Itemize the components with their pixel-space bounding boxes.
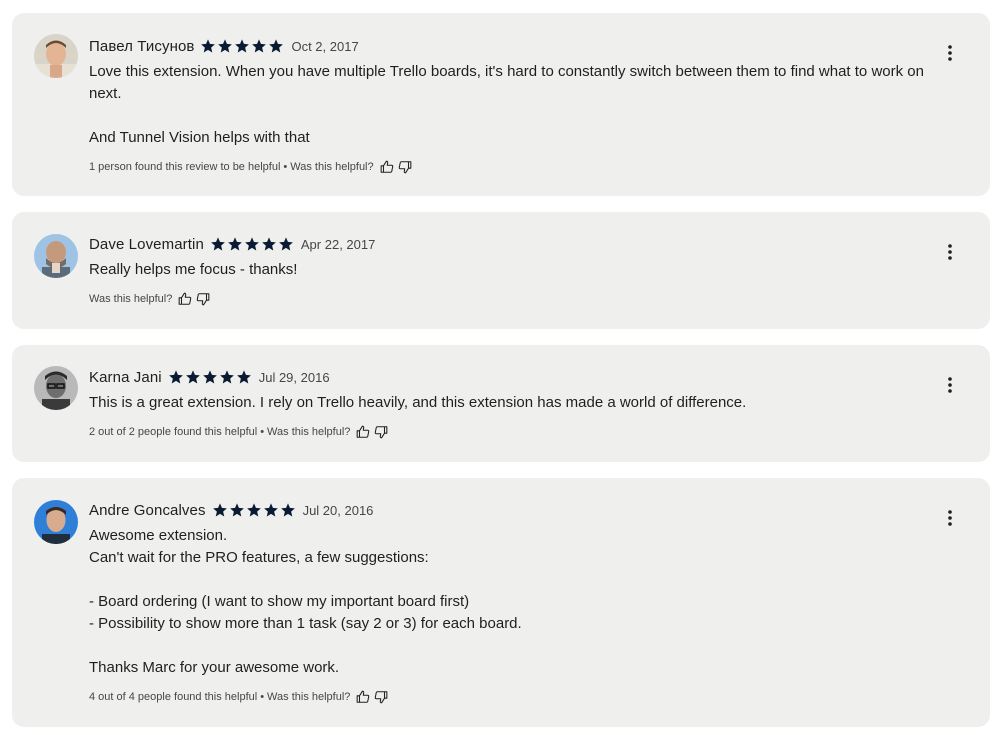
helpful-prompt: Was this helpful? bbox=[89, 293, 173, 305]
star-icon bbox=[262, 237, 276, 251]
helpful-row: 1 person found this review to be helpful… bbox=[89, 158, 930, 176]
star-rating bbox=[212, 502, 296, 518]
thumbs-down-icon[interactable] bbox=[196, 292, 210, 306]
helpful-row: Was this helpful? bbox=[89, 290, 930, 308]
star-icon bbox=[228, 237, 242, 251]
more-vert-icon bbox=[948, 510, 952, 526]
helpful-separator: • bbox=[260, 426, 265, 438]
thumbs-up-icon[interactable] bbox=[356, 690, 370, 704]
avatar[interactable] bbox=[34, 34, 78, 78]
thumbs-up-icon[interactable] bbox=[356, 425, 370, 439]
more-vert-icon bbox=[948, 377, 952, 393]
star-rating bbox=[200, 38, 284, 54]
review-card: Karna Jani Jul 29, 2016 This is a great … bbox=[12, 345, 990, 462]
more-options-button[interactable] bbox=[940, 242, 960, 262]
thumbs-down-icon[interactable] bbox=[398, 160, 412, 174]
star-icon bbox=[211, 237, 225, 251]
helpful-row: 2 out of 2 people found this helpful • W… bbox=[89, 423, 930, 441]
more-options-button[interactable] bbox=[940, 508, 960, 528]
avatar[interactable] bbox=[34, 500, 78, 544]
helpful-count: 4 out of 4 people found this helpful bbox=[89, 691, 258, 703]
review-author: Karna Jani bbox=[89, 368, 162, 386]
review-author: Andre Goncalves bbox=[89, 501, 206, 519]
review-card: Павел Тисунов Oct 2, 2017 Love this exte… bbox=[12, 13, 990, 196]
review-text: Awesome extension. Can't wait for the PR… bbox=[89, 527, 522, 676]
star-rating bbox=[210, 236, 294, 252]
star-icon bbox=[202, 370, 217, 384]
more-vert-icon bbox=[948, 45, 952, 61]
review-date: Jul 29, 2016 bbox=[258, 369, 330, 385]
helpful-prompt: Was this helpful? bbox=[267, 426, 351, 438]
more-vert-icon bbox=[948, 244, 952, 260]
helpful-prompt: Was this helpful? bbox=[267, 691, 351, 703]
helpful-prompt: Was this helpful? bbox=[290, 161, 374, 173]
review-date: Oct 2, 2017 bbox=[291, 38, 359, 54]
star-rating bbox=[168, 369, 252, 385]
review-text: Really helps me focus - thanks! bbox=[89, 261, 298, 278]
helpful-separator: • bbox=[283, 161, 288, 173]
review-card: Dave Lovemartin Apr 22, 2017 Really help… bbox=[12, 212, 990, 329]
star-icon bbox=[236, 370, 251, 384]
thumbs-up-icon[interactable] bbox=[380, 160, 394, 174]
review-author: Павел Тисунов bbox=[89, 37, 195, 55]
reviews-list: Павел Тисунов Oct 2, 2017 Love this exte… bbox=[0, 0, 1000, 735]
star-icon bbox=[269, 39, 284, 53]
helpful-row: 4 out of 4 people found this helpful • W… bbox=[89, 688, 930, 706]
star-icon bbox=[219, 370, 234, 384]
star-icon bbox=[201, 39, 216, 53]
thumbs-up-icon[interactable] bbox=[178, 292, 192, 306]
more-options-button[interactable] bbox=[940, 43, 960, 63]
star-icon bbox=[263, 503, 278, 517]
helpful-count: 1 person found this review to be helpful bbox=[89, 161, 281, 173]
helpful-count: 2 out of 2 people found this helpful bbox=[89, 426, 258, 438]
star-icon bbox=[245, 237, 259, 251]
avatar[interactable] bbox=[34, 366, 78, 410]
star-icon bbox=[185, 370, 200, 384]
star-icon bbox=[280, 503, 295, 517]
star-icon bbox=[212, 503, 227, 517]
star-icon bbox=[229, 503, 244, 517]
thumbs-down-icon[interactable] bbox=[374, 690, 388, 704]
star-icon bbox=[218, 39, 233, 53]
review-date: Jul 20, 2016 bbox=[302, 502, 374, 518]
more-options-button[interactable] bbox=[940, 375, 960, 395]
review-card: Andre Goncalves Jul 20, 2016 Awesome ext… bbox=[12, 478, 990, 727]
star-icon bbox=[279, 237, 293, 251]
star-icon bbox=[235, 39, 250, 53]
review-text: This is a great extension. I rely on Tre… bbox=[89, 394, 747, 411]
star-icon bbox=[252, 39, 267, 53]
thumbs-down-icon[interactable] bbox=[374, 425, 388, 439]
helpful-separator: • bbox=[260, 691, 265, 703]
review-author: Dave Lovemartin bbox=[89, 235, 204, 253]
star-icon bbox=[168, 370, 183, 384]
review-text: Love this extension. When you have multi… bbox=[89, 63, 924, 146]
review-date: Apr 22, 2017 bbox=[300, 236, 376, 252]
avatar[interactable] bbox=[34, 234, 78, 278]
star-icon bbox=[246, 503, 261, 517]
